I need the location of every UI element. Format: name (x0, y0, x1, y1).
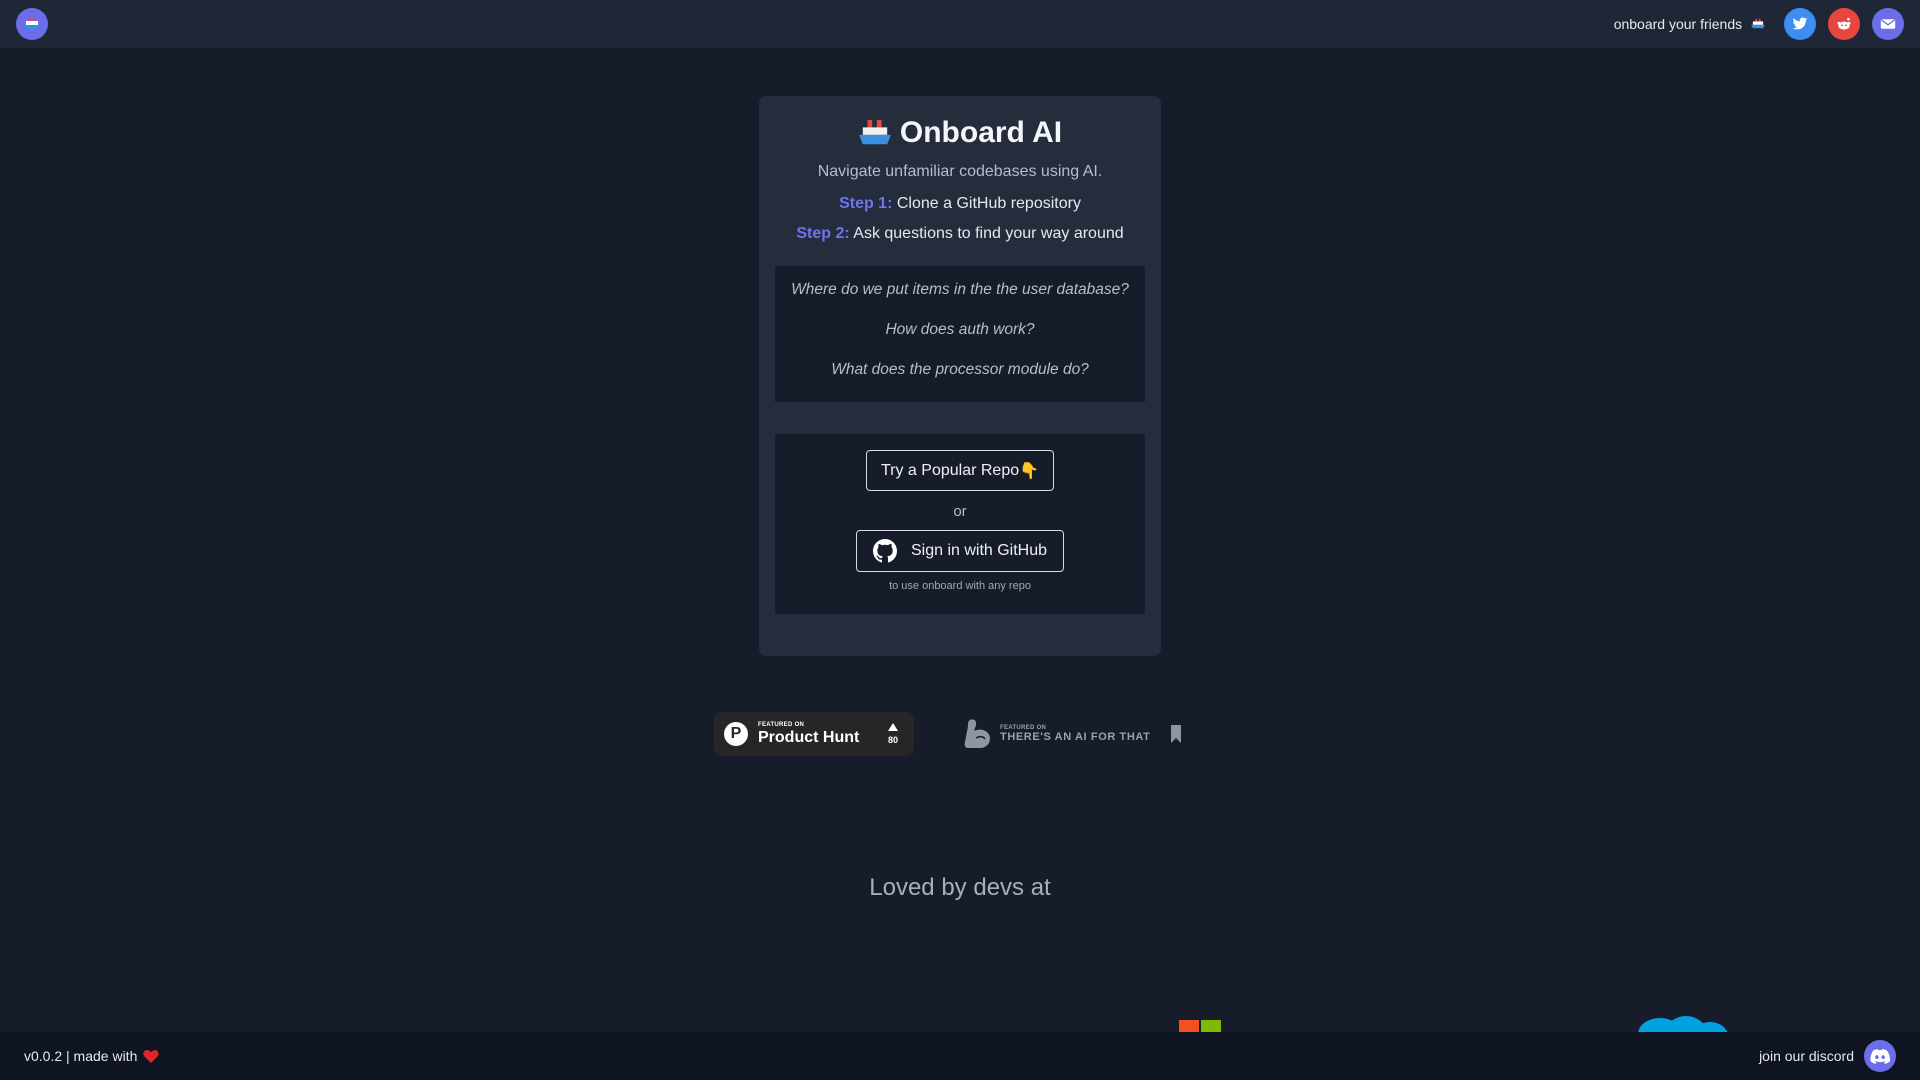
footer: v0.0.2 | made with join our discord (0, 1032, 1920, 1080)
page-title: Onboard AI (759, 112, 1161, 154)
product-hunt-featured-label: FEATURED ON (758, 721, 805, 728)
version-info: v0.0.2 | made with (24, 1048, 159, 1064)
email-share-button[interactable] (1872, 8, 1904, 40)
action-box: Try a Popular Repo 👇 or Sign in with GitH… (775, 434, 1145, 614)
discord-button[interactable] (1864, 1040, 1896, 1072)
title-text: Onboard AI (899, 116, 1063, 149)
step-2-text: Ask questions to find your way around (849, 225, 1124, 242)
product-hunt-votes: 80 (887, 722, 898, 746)
heart-icon (143, 1049, 159, 1063)
ship-icon (858, 119, 891, 145)
try-popular-repo-button[interactable]: Try a Popular Repo 👇 (866, 450, 1054, 491)
upvote-triangle-icon (887, 723, 898, 731)
top-bar: onboard your friends (0, 0, 1920, 48)
mail-icon (1880, 19, 1896, 29)
vote-count: 80 (887, 735, 898, 745)
aift-name: THERE'S AN AI FOR THAT (1000, 731, 1151, 743)
step-2: Step 2: Ask questions to find your way a… (759, 225, 1161, 243)
step-1: Step 1: Clone a GitHub repository (759, 195, 1161, 213)
twitter-icon (1792, 17, 1808, 30)
subtitle: Navigate unfamiliar codebases using AI. (817, 163, 1103, 180)
sign-in-github-button[interactable]: Sign in with GitHub (856, 530, 1064, 572)
discord-text[interactable]: join our discord (1759, 1048, 1854, 1064)
version-text: v0.0.2 | made with (24, 1048, 138, 1064)
discord-icon (1870, 1048, 1890, 1064)
ship-logo-icon[interactable] (16, 8, 48, 40)
example-question: Where do we put items in the the user da… (791, 281, 1129, 298)
bookmark-icon (1171, 725, 1182, 743)
product-hunt-name: Product Hunt (758, 728, 860, 746)
example-question: How does auth work? (885, 321, 1035, 338)
reddit-icon (1837, 17, 1851, 30)
pointing-down-icon: 👇 (1019, 462, 1040, 480)
share-text: onboard your friends (1614, 16, 1766, 32)
example-questions: Where do we put items in the the user da… (775, 266, 1145, 402)
product-hunt-text: FEATURED ON Product Hunt (758, 722, 859, 747)
salesforce-logo-icon (1638, 1016, 1728, 1034)
or-divider: or (953, 503, 967, 520)
step-2-label: Step 2: (796, 225, 850, 242)
product-hunt-logo-icon: P (724, 722, 748, 746)
aift-text: FEATURED ON THERE'S AN AI FOR THAT (1000, 725, 1150, 743)
product-hunt-badge[interactable]: P FEATURED ON Product Hunt 80 (714, 712, 914, 756)
discord-link[interactable]: join our discord (1759, 1040, 1896, 1072)
ship-icon (1751, 18, 1765, 29)
loved-by-devs-heading: Loved by devs at (869, 874, 1051, 901)
example-question: What does the processor module do? (831, 361, 1089, 378)
flexing-arm-icon (964, 719, 990, 748)
step-1-label: Step 1: (839, 195, 893, 212)
github-hint: to use onboard with any repo (889, 580, 1031, 592)
share-bar: onboard your friends (1614, 8, 1904, 40)
onboard-card: Onboard AI Navigate unfamiliar codebases… (759, 96, 1161, 656)
reddit-share-button[interactable] (1828, 8, 1860, 40)
github-button-label: Sign in with GitHub (910, 542, 1048, 559)
step-1-text: Clone a GitHub repository (892, 195, 1081, 212)
github-icon (872, 539, 897, 563)
popular-button-label: Try a Popular Repo (880, 461, 1020, 479)
microsoft-logo-icon (1179, 1020, 1221, 1032)
theres-an-ai-for-that-badge[interactable]: FEATURED ON THERE'S AN AI FOR THAT (962, 712, 1194, 756)
twitter-share-button[interactable] (1784, 8, 1816, 40)
